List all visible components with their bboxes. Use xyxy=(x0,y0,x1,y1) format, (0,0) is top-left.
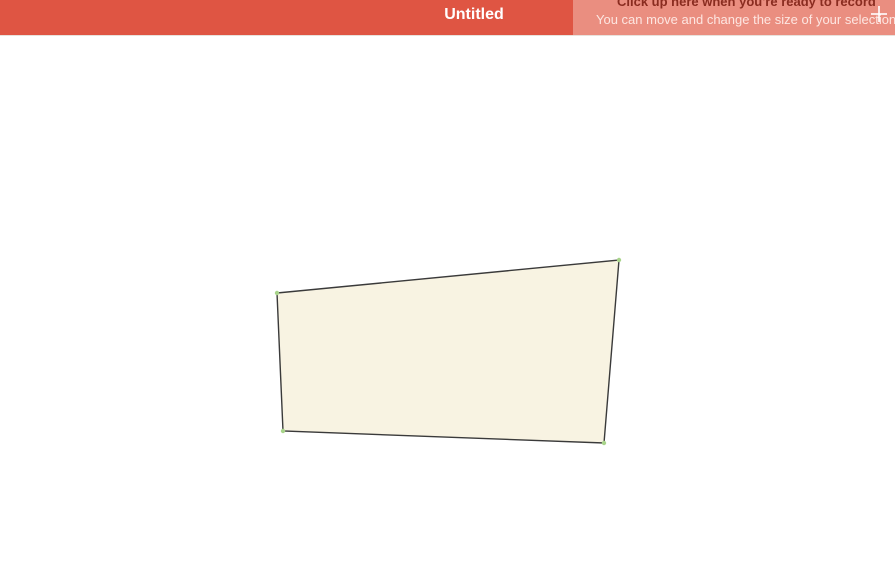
recording-canvas[interactable] xyxy=(0,36,895,576)
selection-region[interactable] xyxy=(276,259,620,444)
resize-handle-bottom-right[interactable] xyxy=(601,440,607,446)
plus-icon[interactable] xyxy=(869,4,889,24)
record-hint-panel[interactable]: Click up here when you're ready to recor… xyxy=(573,0,895,35)
resize-hint-text: You can move and change the size of your… xyxy=(596,12,895,27)
resize-handle-top-left[interactable] xyxy=(274,290,280,296)
resize-handle-bottom-left[interactable] xyxy=(280,428,286,434)
resize-handle-top-right[interactable] xyxy=(616,257,622,263)
record-hint-text: Click up here when you're ready to recor… xyxy=(617,0,876,9)
